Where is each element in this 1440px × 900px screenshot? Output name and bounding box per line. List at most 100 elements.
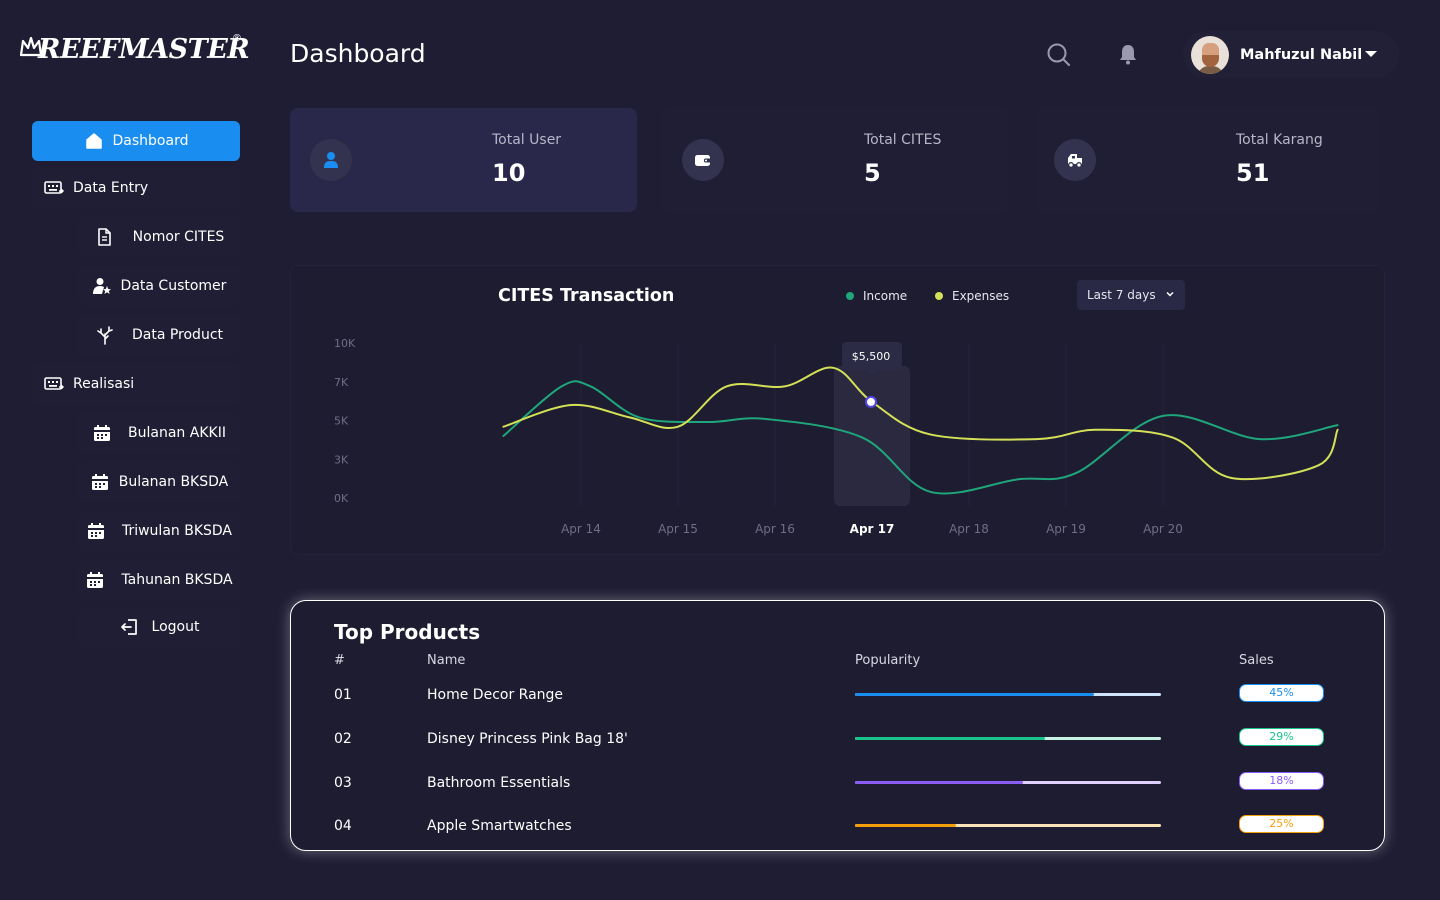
product-name: Home Decor Range — [427, 687, 564, 703]
sidebar-item-bulanan-akkii[interactable]: Bulanan AKKII — [78, 413, 240, 453]
legend-expenses[interactable]: Expenses — [935, 289, 1009, 303]
x-tick-label: Apr 19 — [1046, 522, 1086, 536]
stat-value: 5 — [864, 159, 881, 187]
popularity-fill — [855, 737, 1045, 740]
sidebar-item-data-customer[interactable]: Data Customer — [78, 266, 240, 306]
stat-card-total-cites[interactable]: Total CITES 5 — [662, 108, 1009, 212]
coral-icon — [95, 325, 115, 345]
wallet-icon — [682, 139, 724, 181]
legend-dot-expenses — [935, 292, 943, 300]
user-icon — [310, 139, 352, 181]
legend-income[interactable]: Income — [846, 289, 907, 303]
sidebar-item-data-entry[interactable]: Data Entry — [32, 168, 240, 208]
sales-badge: 45% — [1239, 684, 1324, 702]
truck-icon — [1054, 139, 1096, 181]
series-line-income — [502, 380, 1339, 495]
calendar-icon — [85, 570, 105, 590]
notifications-button[interactable] — [1116, 42, 1140, 66]
row-number: 01 — [334, 687, 352, 703]
stat-label: Total CITES — [864, 132, 942, 148]
range-select[interactable]: Last 7 days — [1077, 280, 1185, 310]
search-button[interactable] — [1046, 42, 1072, 68]
table-row[interactable]: 03 Bathroom Essentials 18% — [291, 761, 1384, 805]
row-number: 04 — [334, 818, 352, 834]
stat-card-total-karang[interactable]: Total Karang 51 — [1034, 108, 1381, 212]
range-select-value: Last 7 days — [1087, 288, 1156, 302]
legend-dot-income — [846, 292, 854, 300]
sales-badge: 25% — [1239, 815, 1324, 833]
table-row[interactable]: 02 Disney Princess Pink Bag 18' 29% — [291, 717, 1384, 761]
popularity-bar — [855, 693, 1161, 696]
sales-badge: 29% — [1239, 728, 1324, 746]
sales-badge: 18% — [1239, 772, 1324, 790]
y-tick-label: 10K — [334, 337, 356, 350]
sidebar-item-label: Data Entry — [73, 180, 149, 196]
popularity-fill — [855, 824, 956, 827]
bell-icon — [1120, 45, 1136, 65]
brand-logo[interactable]: REEFMASTER ® — [20, 33, 250, 65]
sidebar-item-tahunan-bksda[interactable]: Tahunan BKSDA — [78, 560, 240, 600]
page-title: Dashboard — [290, 39, 426, 68]
sidebar-item-label: Bulanan BKSDA — [118, 474, 229, 490]
logo-text: REEFMASTER — [38, 34, 250, 65]
table-row[interactable]: 04 Apple Smartwatches 25% — [291, 804, 1384, 848]
column-header-num: # — [334, 653, 345, 668]
x-tick-label: Apr 20 — [1143, 522, 1183, 536]
avatar — [1191, 35, 1229, 74]
popularity-fill — [855, 693, 1094, 696]
legend-label: Income — [863, 289, 908, 303]
user-menu[interactable]: Mahfuzul Nabil — [1183, 31, 1399, 78]
y-tick-label: 5K — [334, 415, 349, 428]
sidebar-item-label: Data Product — [131, 327, 224, 343]
x-tick-label: Apr 16 — [755, 522, 795, 536]
y-tick-label: 3K — [334, 453, 349, 466]
home-icon — [84, 131, 104, 151]
popularity-bar — [855, 781, 1161, 784]
user-name: Mahfuzul Nabil — [1240, 46, 1363, 63]
document-icon — [94, 227, 114, 247]
tooltip-value: $5,500 — [852, 350, 891, 363]
sidebar-item-label: Dashboard — [112, 133, 189, 149]
column-header-popularity: Popularity — [855, 653, 921, 668]
x-tick-label: Apr 14 — [561, 522, 601, 536]
caret-down-icon — [1365, 51, 1377, 57]
sidebar-item-label: Data Customer — [120, 278, 227, 294]
x-tick-label: Apr 18 — [949, 522, 989, 536]
highlight-point — [865, 395, 877, 408]
sidebar-item-realisasi[interactable]: Realisasi — [32, 364, 240, 404]
top-products-table: Top Products # Name Popularity Sales 01 … — [290, 600, 1385, 851]
products-title: Top Products — [334, 620, 481, 644]
logout-icon — [119, 617, 139, 637]
keyboard-icon — [44, 374, 64, 394]
legend-label: Expenses — [952, 289, 1010, 303]
chart-title: CITES Transaction — [498, 286, 675, 306]
y-tick-label: 0K — [334, 492, 349, 505]
table-row[interactable]: 01 Home Decor Range 45% — [291, 673, 1384, 717]
sidebar-item-data-product[interactable]: Data Product — [78, 315, 240, 355]
popularity-fill — [855, 781, 1024, 784]
x-tick-label: Apr 15 — [658, 522, 698, 536]
sidebar-item-label: Tahunan BKSDA — [121, 572, 233, 588]
sidebar-item-logout[interactable]: Logout — [78, 607, 240, 647]
series-line-expenses — [502, 366, 1339, 481]
stat-value: 10 — [492, 159, 526, 187]
highlight-column — [834, 366, 910, 506]
calendar-icon — [86, 521, 106, 541]
popularity-bar — [855, 824, 1161, 827]
sidebar-item-label: Nomor CITES — [132, 229, 225, 245]
search-icon — [1047, 43, 1070, 66]
sidebar-item-label: Triwulan BKSDA — [121, 523, 233, 539]
stat-label: Total User — [492, 132, 562, 148]
row-number: 02 — [334, 731, 352, 747]
calendar-icon — [92, 423, 112, 443]
sidebar-item-triwulan-bksda[interactable]: Triwulan BKSDA — [78, 511, 240, 551]
sidebar-item-bulanan-bksda[interactable]: Bulanan BKSDA — [78, 462, 240, 502]
column-header-name: Name — [427, 653, 466, 668]
sidebar-item-label: Bulanan AKKII — [128, 425, 226, 441]
stat-card-total-user[interactable]: Total User 10 — [290, 108, 637, 212]
sidebar-item-label: Realisasi — [73, 376, 135, 392]
popularity-bar — [855, 737, 1161, 740]
sidebar-item-nomor-cites[interactable]: Nomor CITES — [78, 217, 240, 257]
product-name: Bathroom Essentials — [427, 775, 571, 791]
sidebar-item-dashboard[interactable]: Dashboard — [32, 121, 240, 161]
